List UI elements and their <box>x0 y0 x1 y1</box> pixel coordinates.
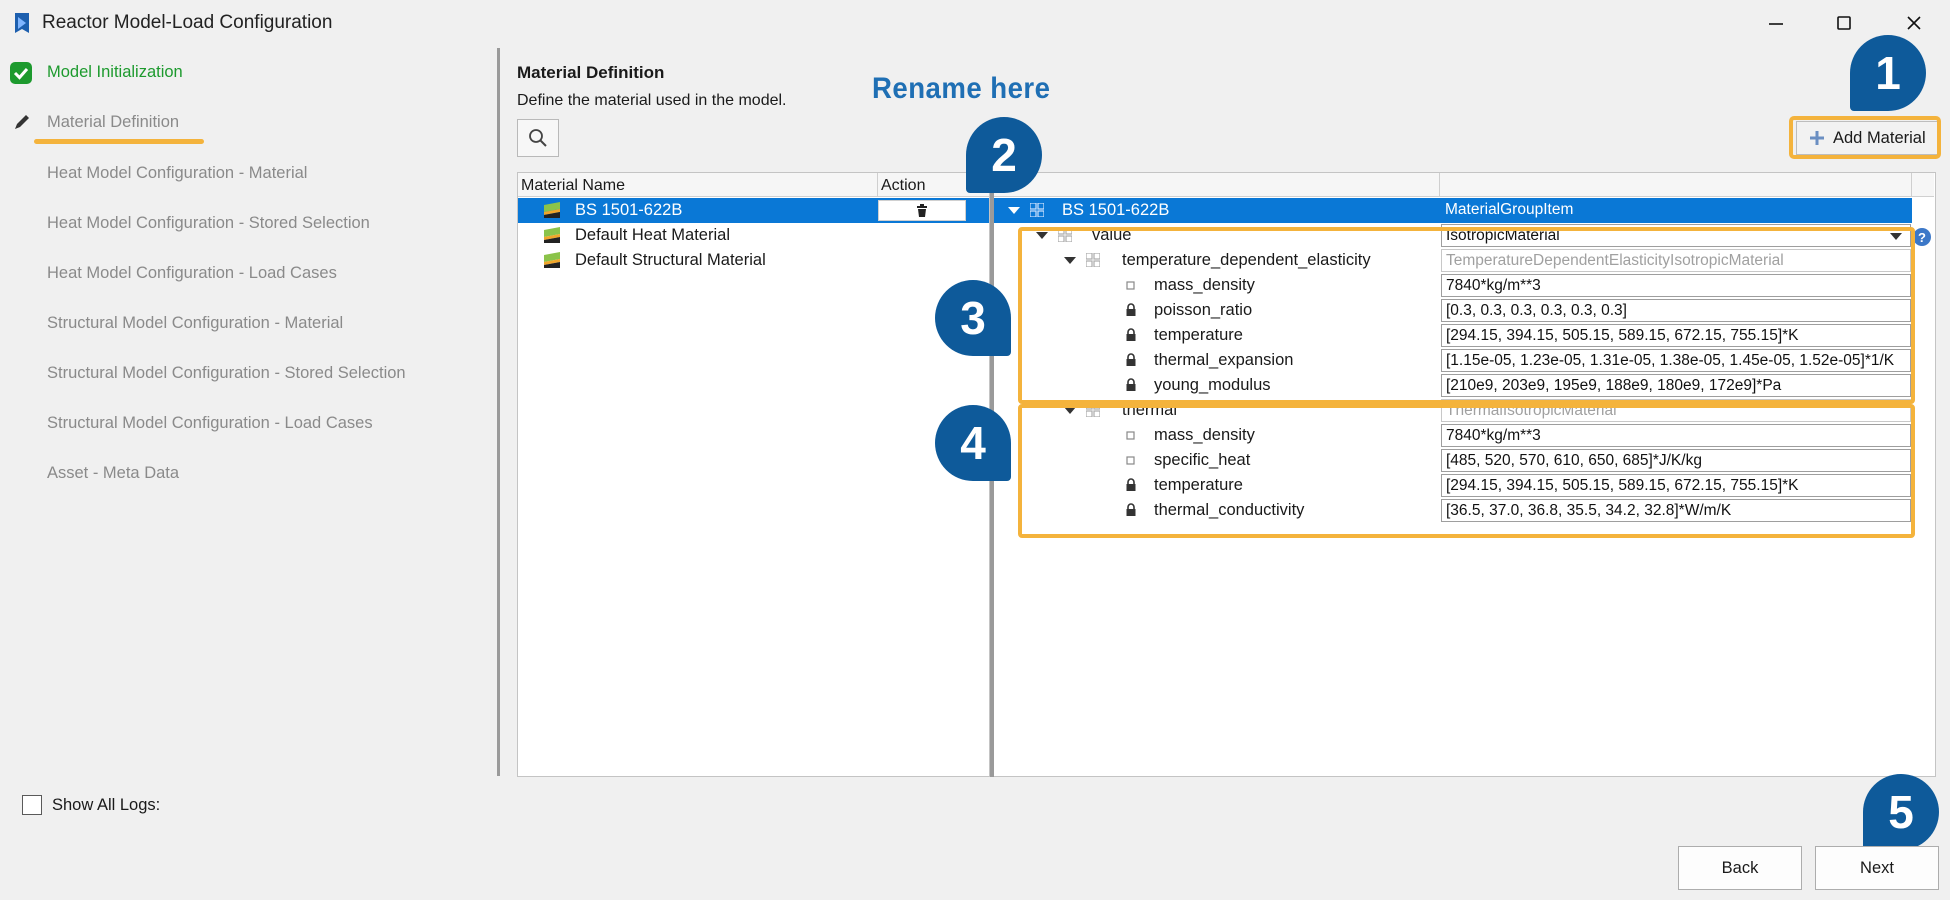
minimize-icon <box>1769 23 1783 25</box>
material-row[interactable]: Default Structural Material <box>518 248 989 273</box>
current-step-underline <box>34 139 204 144</box>
column-material-name[interactable]: Material Name <box>521 177 625 195</box>
next-button[interactable]: Next <box>1815 846 1939 890</box>
step-badge-5: 5 <box>1863 774 1939 850</box>
material-name: BS 1501-622B <box>575 201 683 219</box>
column-separator <box>1439 173 1440 197</box>
material-list: Material Name Action BS 1501-622B Defaul… <box>517 172 990 777</box>
nav-item-structural-stored-selection[interactable]: Structural Model Configuration - Stored … <box>47 364 406 383</box>
check-circle-icon <box>10 62 32 84</box>
section-description: Define the material used in the model. <box>517 92 787 109</box>
show-logs-label: Show All Logs: <box>52 796 161 814</box>
step-badge-2: 2 <box>966 117 1042 193</box>
step-badge-1: 1 <box>1850 35 1926 111</box>
window-title: Reactor Model-Load Configuration <box>42 12 333 33</box>
nav-item-structural-load-cases[interactable]: Structural Model Configuration - Load Ca… <box>47 414 373 433</box>
close-icon <box>1907 16 1921 30</box>
material-name: Default Structural Material <box>575 251 766 269</box>
material-icon <box>542 251 564 269</box>
search-icon <box>529 129 547 147</box>
add-material-highlight <box>1789 116 1941 159</box>
back-button[interactable]: Back <box>1678 846 1802 890</box>
step-badge-4: 4 <box>935 405 1011 481</box>
section-title: Material Definition <box>517 63 665 82</box>
material-icon <box>542 226 564 244</box>
help-icon[interactable]: ? <box>1912 227 1932 247</box>
nav-item-model-initialization[interactable]: Model Initialization <box>47 63 183 82</box>
search-button[interactable] <box>517 119 559 157</box>
nav-item-structural-material[interactable]: Structural Model Configuration - Materia… <box>47 314 343 333</box>
column-separator <box>1911 173 1912 197</box>
material-icon <box>542 201 564 219</box>
pane-splitter[interactable] <box>497 48 500 776</box>
rename-callout: Rename here <box>872 72 1051 105</box>
elasticity-group-highlight <box>1018 227 1915 404</box>
tree-value: MaterialGroupItem <box>1445 201 1574 218</box>
material-list-header: Material Name Action <box>518 173 989 197</box>
property-tree-header <box>994 173 1934 197</box>
chevron-down-icon[interactable] <box>1008 207 1020 214</box>
material-row[interactable]: Default Heat Material <box>518 223 989 248</box>
step-badge-3: 3 <box>935 280 1011 356</box>
nav-item-heat-material[interactable]: Heat Model Configuration - Material <box>47 164 307 183</box>
material-name: Default Heat Material <box>575 226 730 244</box>
nav-item-heat-load-cases[interactable]: Heat Model Configuration - Load Cases <box>47 264 337 283</box>
material-row[interactable]: BS 1501-622B <box>518 198 989 223</box>
pencil-icon <box>12 112 32 132</box>
maximize-icon <box>1837 16 1851 30</box>
app-logo-icon <box>12 12 32 34</box>
nav-item-asset-meta-data[interactable]: Asset - Meta Data <box>47 464 179 483</box>
show-logs-checkbox[interactable] <box>22 795 42 815</box>
thermal-group-highlight <box>1018 404 1915 538</box>
group-icon <box>1030 203 1044 217</box>
column-separator <box>877 173 878 197</box>
tree-label: BS 1501-622B <box>1062 201 1170 219</box>
delete-material-button[interactable] <box>878 200 966 221</box>
nav-item-material-definition[interactable]: Material Definition <box>47 113 179 132</box>
maximize-button[interactable] <box>1816 6 1872 40</box>
minimize-button[interactable] <box>1748 6 1804 40</box>
nav-item-heat-stored-selection[interactable]: Heat Model Configuration - Stored Select… <box>47 214 370 233</box>
svg-text:?: ? <box>1918 230 1926 245</box>
trash-icon <box>917 204 927 217</box>
column-action[interactable]: Action <box>881 177 925 195</box>
tree-row-root[interactable]: BS 1501-622B MaterialGroupItem <box>994 198 1912 223</box>
